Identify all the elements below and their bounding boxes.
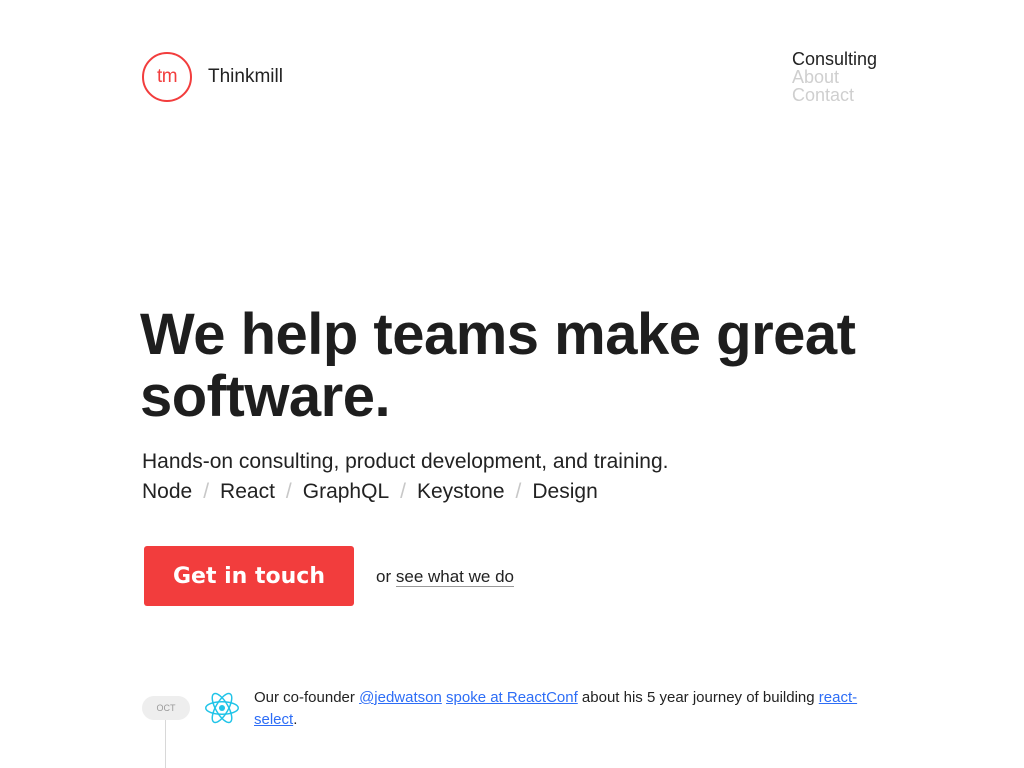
news-text-part: Our co-founder: [254, 689, 360, 706]
nav-item-contact[interactable]: Contact: [792, 86, 877, 104]
brand-name: Thinkmill: [208, 66, 283, 87]
tag-graphql: GraphQL: [302, 480, 390, 503]
news-text-part: about his 5 year journey of building: [577, 689, 819, 706]
tag-separator: /: [400, 480, 406, 503]
hero-subtitle: Hands-on consulting, product development…: [142, 450, 669, 473]
main-nav: Consulting About Contact: [792, 50, 877, 104]
logo-mark-icon: tm: [142, 52, 192, 102]
get-in-touch-button[interactable]: Get in touch: [144, 546, 354, 606]
page: tm Thinkmill Consulting About Contact We…: [0, 0, 1024, 768]
tag-separator: /: [515, 480, 522, 503]
news-month-badge: OCT: [142, 696, 190, 720]
news-text-part: .: [293, 711, 298, 728]
nav-item-about[interactable]: About: [792, 68, 877, 86]
tag-keystone: Keystone: [416, 480, 505, 503]
news-item-text: Our co-founder @jedwatson spoke at React…: [254, 687, 864, 731]
tag-separator: /: [285, 480, 292, 503]
see-what-we-do-link[interactable]: see what we do: [395, 567, 514, 587]
jedwatson-link[interactable]: @jedwatson: [359, 689, 442, 706]
tag-react: React: [220, 480, 275, 503]
tag-separator: /: [203, 480, 210, 503]
alt-prefix: or: [376, 567, 392, 586]
react-icon: [205, 692, 239, 724]
tag-node: Node: [142, 480, 193, 503]
hero-title: We help teams make great software.: [140, 302, 856, 429]
tag-design: Design: [532, 480, 598, 503]
timeline-line: [165, 720, 166, 768]
reactconf-talk-link[interactable]: spoke at ReactConf: [446, 689, 578, 706]
nav-item-consulting[interactable]: Consulting: [792, 50, 877, 68]
see-what-we-do-line: or see what we do: [376, 566, 514, 588]
tech-tags: Node / React / GraphQL / Keystone / Desi…: [142, 479, 598, 505]
logo-link[interactable]: tm Thinkmill: [142, 52, 283, 102]
